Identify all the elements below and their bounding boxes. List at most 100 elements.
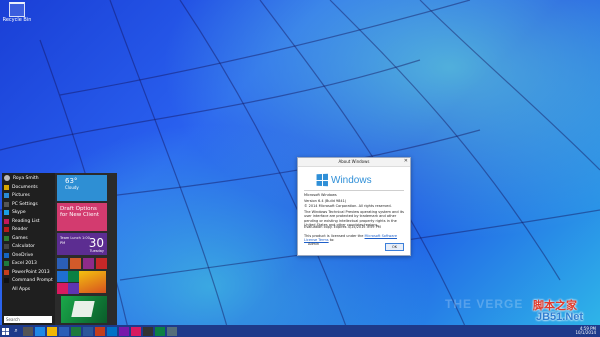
onenote-icon[interactable] (119, 326, 129, 336)
calendar-tile[interactable]: Team Lunch 1:00 PM 30 Tuesday (57, 233, 107, 255)
recycle-bin-label: Recycle Bin (2, 17, 32, 23)
dialog-titlebar[interactable]: About Windows ✕ (298, 158, 410, 167)
search-icon[interactable]: ⌕ (10, 325, 22, 337)
start-menu-app-item[interactable]: Reading List (2, 217, 55, 226)
start-search-input[interactable]: Search (4, 316, 52, 323)
mail-tile[interactable]: Draft Options for New Client (57, 203, 107, 231)
start-menu-app-item[interactable]: Reader (2, 226, 55, 235)
featured-image (71, 301, 95, 317)
calendar-weekday: Tuesday (89, 249, 104, 253)
start-menu-app-item[interactable]: Documents (2, 183, 55, 192)
news-tile[interactable] (68, 283, 79, 294)
site-watermark: JB51.Net (536, 311, 584, 323)
windows-logo: Windows (316, 173, 372, 187)
version-number: Version 6.4 (Build 9841) (304, 198, 347, 203)
weather-tile[interactable]: 63° Cloudy (57, 175, 107, 201)
clock-date: 10/1/2014 (575, 330, 596, 335)
copyright: © 2014 Microsoft Corporation. All rights… (304, 204, 392, 209)
windows-start-icon (1, 327, 9, 335)
evaluation-notice: Evaluation copy. Expires 4/15/2015 4:59 … (304, 225, 381, 229)
start-menu-app-list: Roya Smith Documents Pictures PC Settings S… (2, 173, 55, 325)
settings-icon[interactable] (167, 326, 177, 336)
word-icon[interactable] (83, 326, 93, 336)
sports-tile[interactable] (79, 271, 106, 293)
featured-tile[interactable] (61, 296, 107, 323)
close-icon[interactable]: ✕ (404, 158, 408, 165)
license-suffix: to: (329, 238, 335, 242)
start-button[interactable] (0, 325, 10, 337)
powerpoint-icon[interactable] (95, 326, 105, 336)
licensee: Admin (308, 242, 320, 246)
app-label: Games (12, 235, 28, 241)
dialog-title: About Windows (338, 159, 370, 164)
store-tile[interactable] (57, 258, 68, 269)
start-menu-app-item[interactable]: Excel 2013 (2, 260, 55, 269)
app-icon (4, 193, 9, 199)
version-info: Microsoft Windows Version 6.4 (Build 984… (304, 193, 404, 228)
license-statement: This product is licensed under the Micro… (304, 234, 404, 242)
app-label: All Apps (12, 286, 31, 292)
outlook-icon[interactable] (107, 326, 117, 336)
start-menu-app-item[interactable]: Games (2, 234, 55, 243)
start-menu-app-item[interactable]: OneDrive (2, 251, 55, 260)
app-icon (4, 244, 9, 250)
ok-button[interactable]: OK (385, 243, 404, 251)
divider (304, 190, 404, 191)
people-tile[interactable] (57, 283, 68, 294)
app-label: Skype (12, 210, 26, 216)
app-label: Reading List (12, 218, 40, 224)
avatar (4, 175, 10, 181)
mail-small-tile[interactable] (57, 271, 68, 282)
about-windows-dialog: About Windows ✕ Windows Microsoft Window… (297, 157, 411, 256)
store-icon[interactable] (59, 326, 69, 336)
user-name: Roya Smith (13, 175, 39, 181)
command-prompt-icon[interactable] (143, 326, 153, 336)
app-icon (4, 278, 9, 284)
windows-flag-icon (316, 173, 328, 187)
app-label: PC Settings (12, 201, 38, 207)
app-label: Excel 2013 (12, 261, 37, 267)
app-icon (4, 227, 9, 233)
photos-icon[interactable] (131, 326, 141, 336)
app-label: Pictures (12, 193, 30, 199)
app-label: Command Prompt (12, 278, 53, 284)
start-menu-app-item[interactable]: Pictures (2, 192, 55, 201)
app-label: PowerPoint 2013 (12, 269, 50, 275)
product-name: Microsoft Windows (304, 193, 337, 197)
weather-temperature: 63° (65, 177, 78, 185)
app-icon (4, 184, 9, 190)
weather-condition: Cloudy (65, 185, 79, 190)
system-clock[interactable]: 4:59 PM 10/1/2014 (575, 327, 596, 335)
music-tile[interactable] (70, 258, 81, 269)
file-explorer-icon[interactable] (47, 326, 57, 336)
start-menu-app-item[interactable]: PC Settings (2, 200, 55, 209)
video-tile[interactable] (83, 258, 94, 269)
task-view-icon[interactable] (23, 326, 33, 336)
app-label: Documents (12, 184, 38, 190)
recycle-bin-icon (9, 2, 25, 17)
app-icon (4, 201, 9, 207)
recycle-bin-shortcut[interactable]: Recycle Bin (2, 2, 32, 23)
app-icon (4, 218, 9, 224)
windows-wordmark: Windows (331, 174, 372, 186)
start-menu-app-item[interactable]: PowerPoint 2013 (2, 268, 55, 277)
app-label: OneDrive (12, 252, 34, 258)
excel-icon[interactable] (71, 326, 81, 336)
app-icon (4, 261, 9, 267)
start-menu-app-item[interactable]: Command Prompt (2, 277, 55, 286)
start-menu: Roya Smith Documents Pictures PC Settings S… (2, 173, 117, 325)
start-menu-app-item[interactable]: All Apps (2, 285, 55, 294)
start-menu-app-item[interactable]: Calculator (2, 243, 55, 252)
verge-watermark: THE VERGE (445, 297, 524, 311)
maps-tile[interactable] (68, 271, 79, 282)
app-label: Reader (12, 227, 28, 233)
user-account[interactable]: Roya Smith (2, 173, 55, 183)
internet-explorer-icon[interactable] (35, 326, 45, 336)
app-icon (4, 286, 9, 292)
app-icon (4, 210, 9, 216)
app-icon (4, 235, 9, 241)
start-menu-app-item[interactable]: Skype (2, 209, 55, 218)
calendar-event: Team Lunch 1:00 PM (60, 236, 90, 245)
photos-tile[interactable] (96, 258, 107, 269)
maps-icon[interactable] (155, 326, 165, 336)
